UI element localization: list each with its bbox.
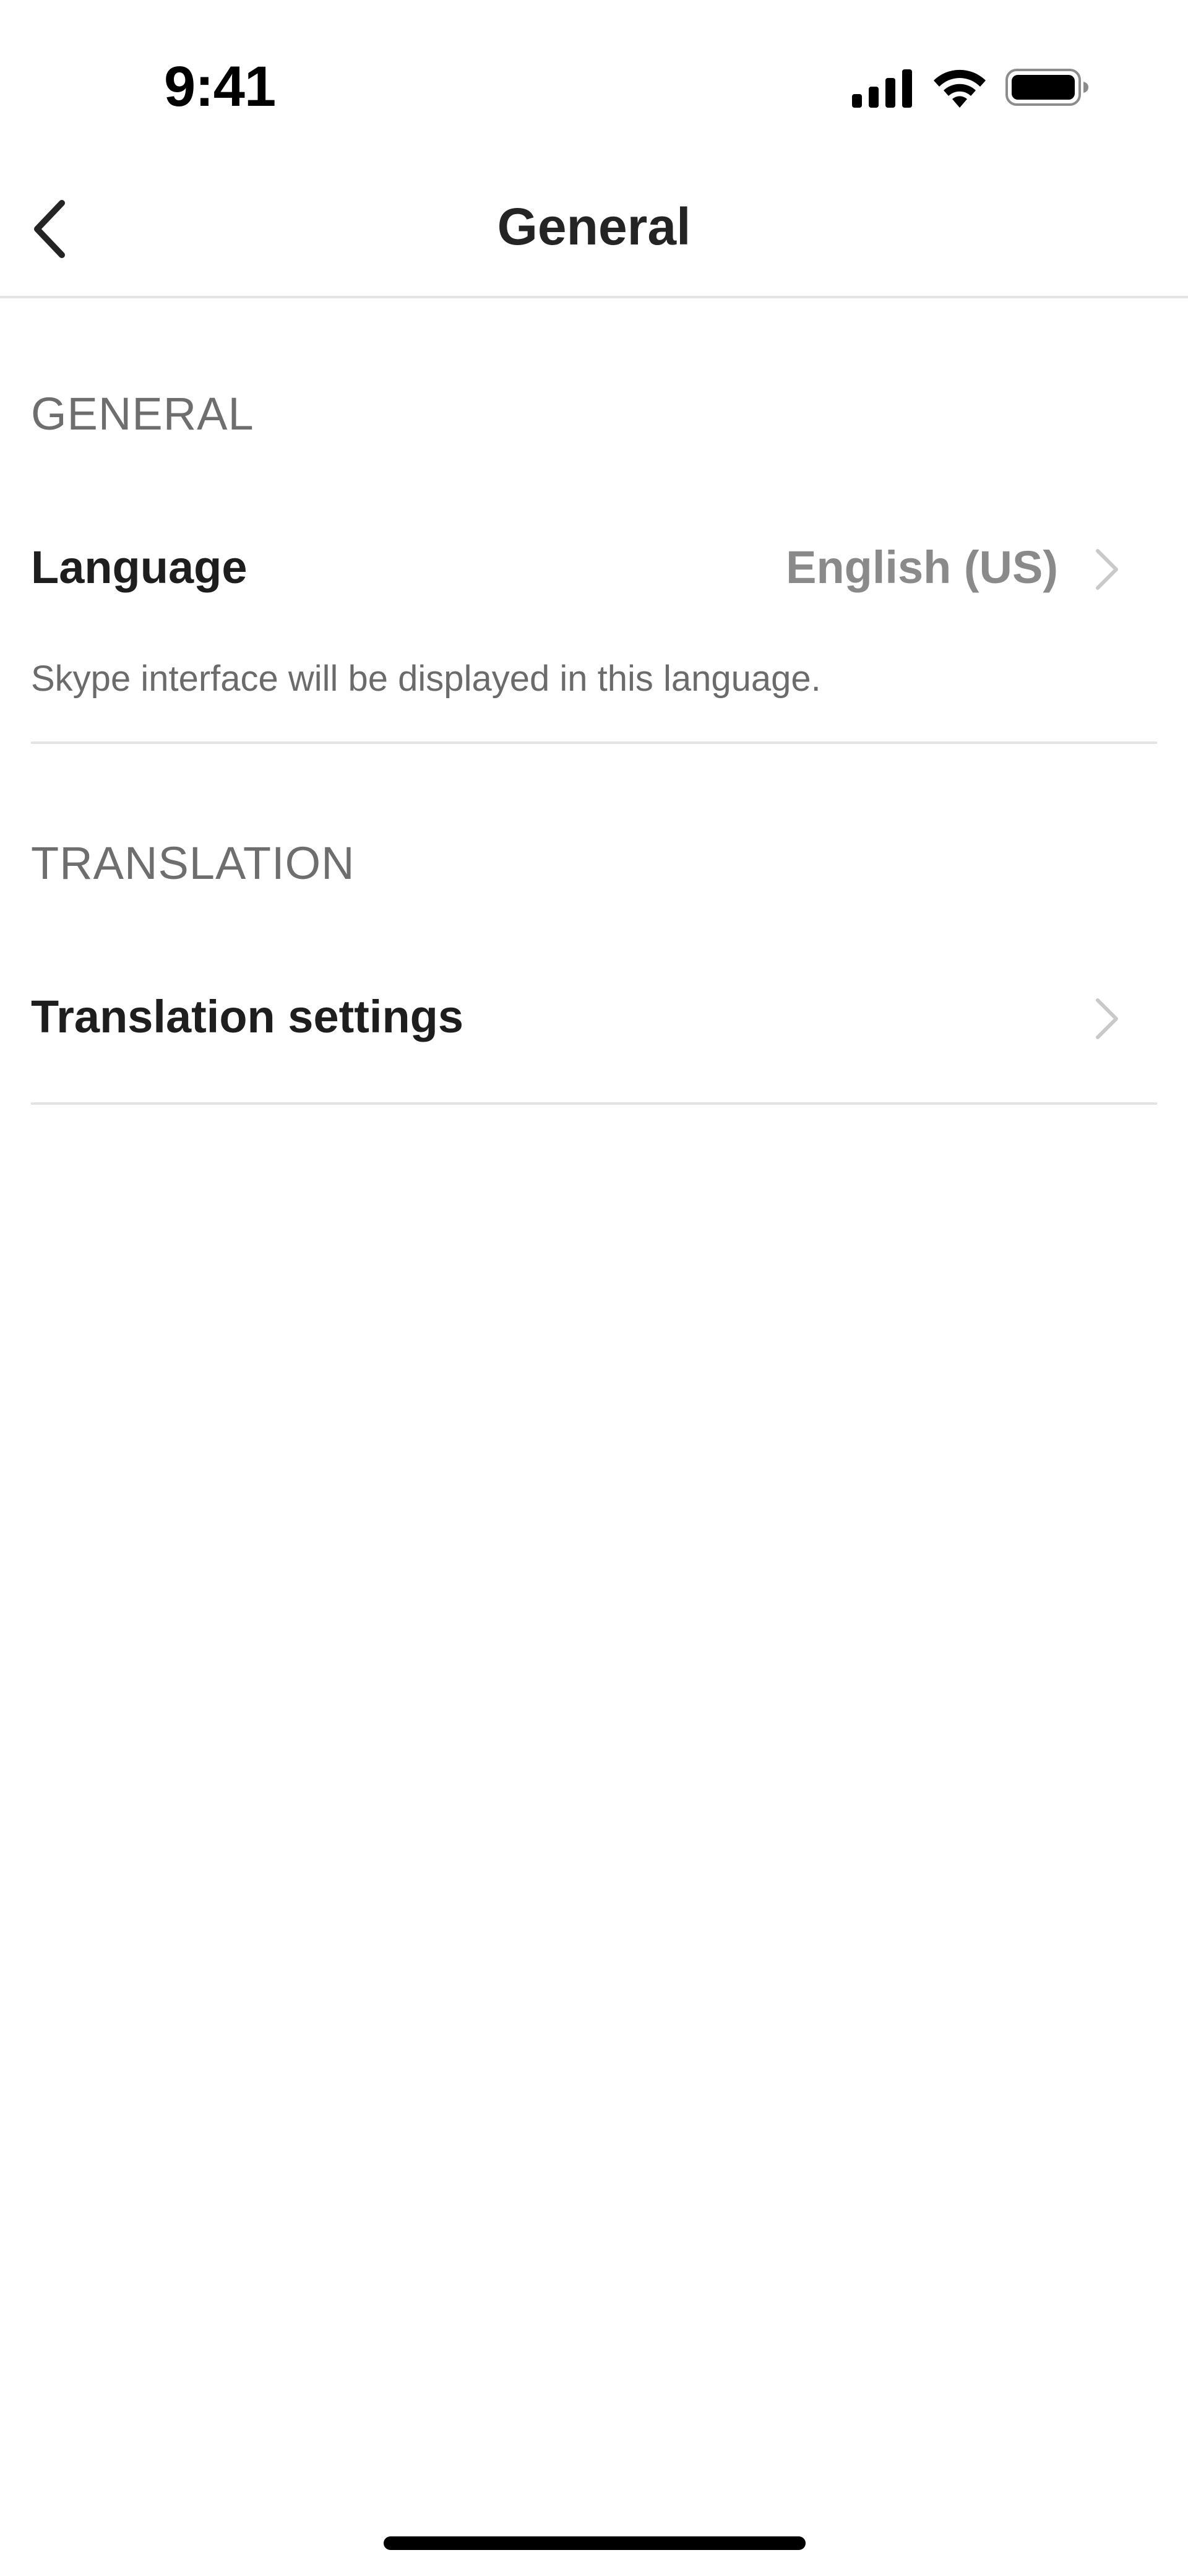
section-header-translation: TRANSLATION [31, 837, 355, 889]
divider [31, 741, 1157, 744]
language-value: English (US) [786, 542, 1058, 593]
status-bar: 9:41 [0, 0, 1188, 161]
section-header-general: GENERAL [31, 388, 254, 439]
status-time: 9:41 [164, 55, 276, 118]
nav-bar: General [0, 161, 1188, 298]
translation-settings-label: Translation settings [31, 991, 464, 1042]
wifi-icon [934, 69, 986, 108]
translation-settings-row[interactable]: Translation settings [31, 963, 1157, 1068]
home-indicator[interactable] [384, 2536, 806, 2550]
chevron-right-icon [1096, 998, 1118, 1039]
language-row[interactable]: Language English (US) [31, 514, 1157, 619]
cellular-signal-icon [852, 69, 912, 108]
language-description: Skype interface will be displayed in thi… [31, 659, 821, 699]
page-title: General [497, 197, 691, 256]
divider [31, 1102, 1157, 1105]
battery-icon [1005, 69, 1088, 106]
language-label: Language [31, 542, 248, 593]
chevron-right-icon [1096, 549, 1118, 590]
